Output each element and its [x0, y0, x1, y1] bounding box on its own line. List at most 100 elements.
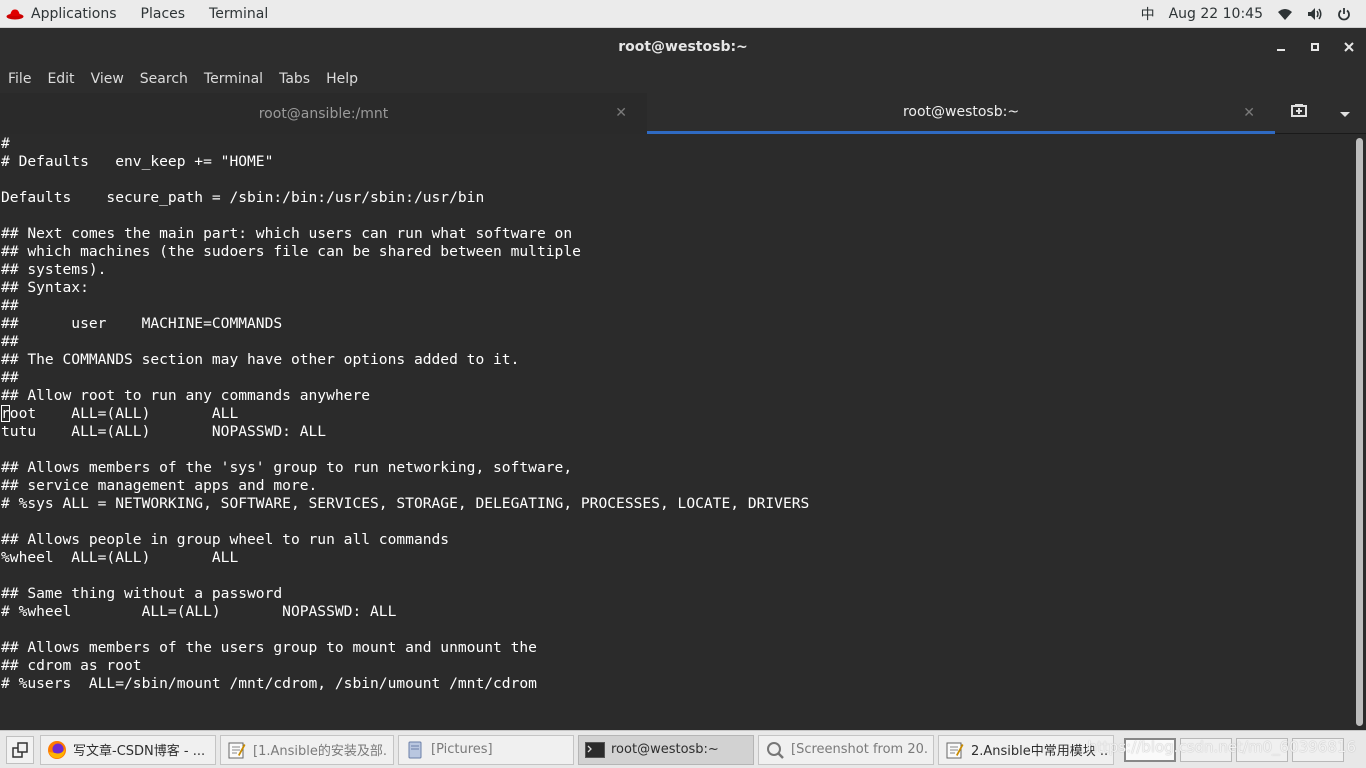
terminal-line: %wheel ALL=(ALL) ALL [1, 549, 239, 566]
input-method-indicator[interactable]: 中 [1134, 0, 1162, 27]
menu-tabs[interactable]: Tabs [271, 71, 318, 87]
close-icon[interactable]: ✕ [615, 105, 627, 121]
menu-view[interactable]: View [83, 71, 132, 87]
terminal-line: ## Syntax: [1, 279, 89, 296]
window-title-bar[interactable]: root@westosb:~ [0, 28, 1366, 65]
close-icon [1344, 41, 1354, 52]
window-title: root@westosb:~ [618, 38, 748, 55]
menu-search[interactable]: Search [132, 71, 196, 87]
terminal-line: # [1, 135, 10, 152]
terminal-line: ## cdrom as root [1, 657, 142, 674]
places-menu[interactable]: Places [129, 0, 198, 27]
tab-bar: root@ansible:/mnt ✕ root@westosb:~ ✕ [0, 93, 1366, 134]
terminal-line: ## The COMMANDS section may have other o… [1, 351, 520, 368]
task-label: [Pictures] [431, 742, 493, 757]
task-label: root@westosb:~ [611, 742, 719, 757]
power-icon[interactable] [1330, 0, 1358, 27]
terminal-line: ## user MACHINE=COMMANDS [1, 315, 283, 332]
task-label: [1.Ansible的安装及部... [253, 744, 387, 759]
show-desktop-icon [12, 741, 28, 758]
terminal-line: # %sys ALL = NETWORKING, SOFTWARE, SERVI… [1, 495, 810, 512]
file-manager-icon [405, 740, 425, 760]
top-bar-menus: Applications Places Terminal [0, 0, 280, 27]
tab-tools [1275, 93, 1366, 133]
scrollbar-thumb[interactable] [1356, 138, 1363, 726]
text-cursor: r [1, 405, 10, 422]
terminal-line: # %wheel ALL=(ALL) NOPASSWD: ALL [1, 603, 397, 620]
text-editor-icon [227, 740, 247, 760]
terminal-line: tutu ALL=(ALL) NOPASSWD: ALL [1, 423, 327, 440]
minimize-button[interactable] [1264, 28, 1298, 65]
tab-ansible[interactable]: root@ansible:/mnt ✕ [0, 93, 647, 134]
new-tab-button[interactable] [1290, 103, 1308, 123]
text-editor-icon [945, 740, 965, 760]
terminal-line: ## Next comes the main part: which users… [1, 225, 573, 242]
terminal-line: Defaults secure_path = /sbin:/bin:/usr/s… [1, 189, 485, 206]
firefox-icon [47, 740, 67, 760]
watermark: https://blog.csdn.net/m0_60396816 [1087, 738, 1356, 756]
menu-file[interactable]: File [0, 71, 39, 87]
terminal-text-area[interactable]: # # Defaults env_keep += "HOME" Defaults s… [0, 134, 1352, 730]
close-icon[interactable]: ✕ [1243, 105, 1255, 121]
task-label: 写文章-CSDN博客 - ... [73, 744, 206, 759]
menu-edit[interactable]: Edit [39, 71, 82, 87]
close-button[interactable] [1332, 28, 1366, 65]
terminal-line: ## [1, 297, 19, 314]
task-label: [Screenshot from 20... [791, 742, 927, 757]
terminal-line: ## Allows members of the users group to … [1, 639, 537, 656]
terminal-line: # Defaults env_keep += "HOME" [1, 153, 274, 170]
terminal-line: root ALL=(ALL) ALL [1, 405, 239, 422]
tab-westosb[interactable]: root@westosb:~ ✕ [647, 93, 1275, 134]
menu-terminal[interactable]: Terminal [196, 71, 271, 87]
terminal-line: ## [1, 333, 19, 350]
terminal-output: # # Defaults env_keep += "HOME" Defaults s… [0, 134, 1352, 693]
terminal-line: ## Allow root to run any commands anywhe… [1, 387, 371, 404]
tab-menu-button[interactable] [1339, 104, 1351, 123]
terminal-line: ## Allows members of the 'sys' group to … [1, 459, 573, 476]
task-terminal[interactable]: root@westosb:~ [578, 734, 754, 765]
new-tab-icon [1291, 104, 1308, 117]
terminal-app-menu[interactable]: Terminal [197, 0, 280, 27]
terminal-line: ## Allows people in group wheel to run a… [1, 531, 450, 548]
tab-label: root@ansible:/mnt [258, 105, 389, 122]
terminal-view[interactable]: # # Defaults env_keep += "HOME" Defaults s… [0, 134, 1352, 730]
terminal-menu-bar: File Edit View Search Terminal Tabs Help [0, 65, 1366, 93]
gnome-top-bar: Applications Places Terminal 中 Aug 22 10… [0, 0, 1366, 28]
tab-label: root@westosb:~ [902, 104, 1020, 120]
redhat-icon [6, 8, 24, 20]
terminal-app-label: Terminal [209, 5, 269, 22]
places-label: Places [140, 5, 186, 22]
terminal-icon [585, 740, 605, 760]
terminal-line: ## Same thing without a password [1, 585, 283, 602]
menu-help[interactable]: Help [318, 71, 366, 87]
maximize-button[interactable] [1298, 28, 1332, 65]
terminal-line: # %users ALL=/sbin/mount /mnt/cdrom, /sb… [1, 675, 537, 692]
terminal-line: ## [1, 369, 19, 386]
show-desktop-button[interactable] [6, 735, 34, 764]
applications-label: Applications [31, 5, 117, 22]
volume-icon[interactable] [1300, 0, 1330, 27]
clock[interactable]: Aug 22 10:45 [1162, 0, 1270, 27]
task-file-manager[interactable]: [Pictures] [398, 734, 574, 765]
top-bar-status: 中 Aug 22 10:45 [1134, 0, 1366, 27]
task-text-editor-1[interactable]: [1.Ansible的安装及部... [220, 734, 394, 765]
task-firefox[interactable]: 写文章-CSDN博客 - ... [40, 734, 216, 765]
terminal-line: ## which machines (the sudoers file can … [1, 243, 581, 260]
chevron-down-icon [1339, 111, 1350, 117]
wifi-icon[interactable] [1270, 0, 1300, 27]
maximize-icon [1311, 42, 1319, 51]
task-screenshot[interactable]: [Screenshot from 20... [758, 734, 934, 765]
window-controls [1264, 28, 1366, 65]
screenshot-icon [765, 740, 785, 760]
minimize-icon [1277, 48, 1285, 51]
applications-menu[interactable]: Applications [0, 0, 129, 27]
terminal-line: ## service management apps and more. [1, 477, 318, 494]
terminal-line: ## systems). [1, 261, 107, 278]
terminal-scrollbar[interactable] [1352, 134, 1366, 730]
